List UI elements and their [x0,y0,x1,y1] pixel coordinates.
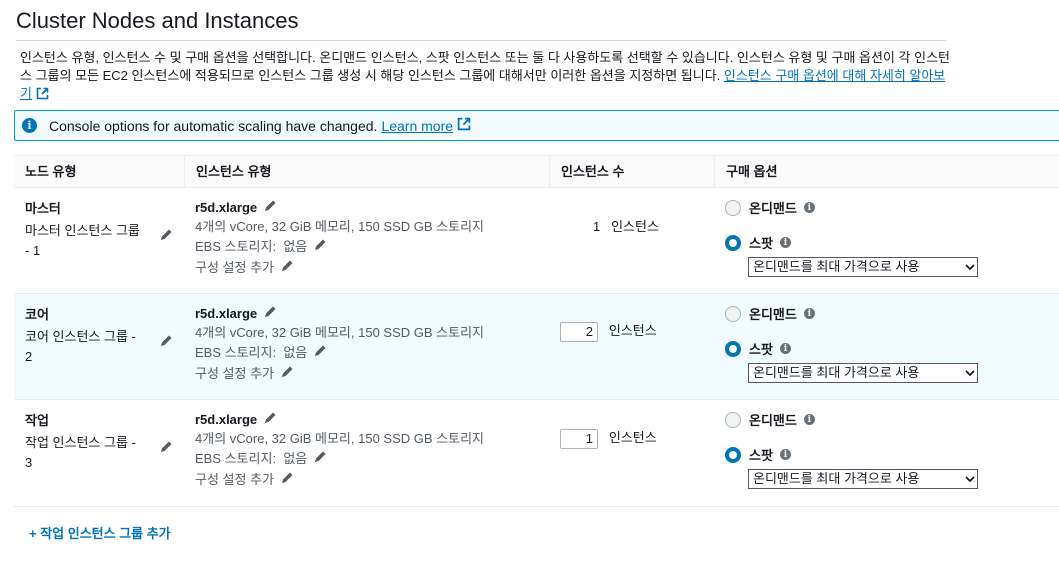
instance-count-input[interactable]: 1 [560,428,598,449]
instance-specs: 4개의 vCore, 32 GiB 메모리, 150 SSD GB 스토리지 [195,325,484,340]
instance-type: r5d.xlarge [195,200,258,215]
pencil-icon[interactable] [159,440,173,457]
spot-radio[interactable] [725,446,741,463]
instance-specs: 4개의 vCore, 32 GiB 메모리, 150 SSD GB 스토리지 [195,431,484,446]
max-price-select[interactable]: 온디맨드를 최대 가격으로 사용 [748,257,978,277]
config-settings-label: 구성 설정 추가 [195,260,274,275]
spot-label: 스팟 [749,448,773,463]
ebs-label: EBS 스토리지: [195,451,277,466]
pencil-icon[interactable] [313,238,327,258]
node-type-label: 마스터 [25,201,61,216]
on-demand-radio[interactable] [725,199,741,216]
pencil-icon[interactable] [263,305,277,325]
instance-type: r5d.xlarge [195,412,258,427]
pencil-icon[interactable] [159,334,173,351]
instance-specs: 4개의 vCore, 32 GiB 메모리, 150 SSD GB 스토리지 [195,219,484,234]
pencil-icon[interactable] [263,411,277,431]
instance-groups-table: 노드 유형 인스턴스 유형 인스턴스 수 구매 옵션 마스터 마스터 인스턴스 … [14,155,1059,507]
spot-label: 스팟 [749,236,773,251]
node-type-label: 코어 [25,307,49,322]
info-icon[interactable]: i [803,202,815,213]
header-instance-count: 인스턴스 수 [549,156,714,187]
spot-radio[interactable] [725,234,741,251]
pencil-icon[interactable] [159,228,173,245]
instance-count-unit: 인스턴스 [611,219,659,234]
table-row: 코어 코어 인스턴스 그룹 - 2 r5d.xlarge 4개의 vCore, … [14,294,1059,400]
external-link-icon[interactable] [457,117,471,134]
on-demand-radio[interactable] [725,305,741,322]
on-demand-label: 온디맨드 [749,201,797,216]
pencil-icon[interactable] [313,344,327,364]
pencil-icon[interactable] [280,365,294,385]
info-icon[interactable]: i [779,237,791,248]
info-icon[interactable]: i [779,449,791,460]
header-purchase-options: 구매 옵션 [714,156,1059,187]
group-name: 코어 인스턴스 그룹 - 2 [25,329,136,364]
config-settings-label: 구성 설정 추가 [195,472,274,487]
pencil-icon[interactable] [313,450,327,470]
header-instance-type: 인스턴스 유형 [184,156,549,187]
config-settings-label: 구성 설정 추가 [195,366,274,381]
instance-count-value: 1 [593,219,601,234]
max-price-select[interactable]: 온디맨드를 최대 가격으로 사용 [748,469,978,489]
instance-count-unit: 인스턴스 [608,323,657,338]
on-demand-label: 온디맨드 [749,413,797,428]
pencil-icon[interactable] [280,259,294,279]
node-type-label: 작업 [25,413,49,428]
spot-label: 스팟 [749,342,773,357]
add-task-group-link[interactable]: + 작업 인스턴스 그룹 추가 [29,523,171,542]
on-demand-radio[interactable] [725,411,741,428]
page-title: Cluster Nodes and Instances [16,8,946,41]
chevron-down-icon [965,364,975,382]
chevron-down-icon [965,470,975,488]
ebs-value: 없음 [283,451,308,466]
external-link-icon[interactable] [36,87,49,105]
ebs-label: EBS 스토리지: [195,239,277,254]
spot-radio[interactable] [725,340,741,357]
group-name: 마스터 인스턴스 그룹 - 1 [25,223,140,258]
table-row: 작업 작업 인스턴스 그룹 - 3 r5d.xlarge 4개의 vCore, … [14,400,1059,507]
ebs-value: 없음 [283,345,308,360]
info-icon[interactable]: i [803,414,815,425]
on-demand-label: 온디맨드 [749,307,797,322]
chevron-down-icon [965,258,975,276]
learn-more-link[interactable]: Learn more [381,118,453,134]
instance-type: r5d.xlarge [195,306,258,321]
ebs-label: EBS 스토리지: [195,345,277,360]
max-price-select[interactable]: 온디맨드를 최대 가격으로 사용 [748,363,978,383]
pencil-icon[interactable] [263,199,277,219]
ebs-value: 없음 [283,239,308,254]
page-description: 인스턴스 유형, 인스턴스 수 및 구매 옵션을 선택합니다. 온디맨드 인스턴… [20,49,950,105]
header-node-type: 노드 유형 [25,164,77,179]
table-header: 노드 유형 인스턴스 유형 인스턴스 수 구매 옵션 [14,155,1059,188]
info-icon[interactable]: i [779,343,791,354]
instance-count-unit: 인스턴스 [608,430,657,445]
instance-count-input[interactable]: 2 [560,321,598,342]
scaling-alert: i Console options for automatic scaling … [14,110,1059,141]
info-icon: i [22,118,37,133]
table-row: 마스터 마스터 인스턴스 그룹 - 1 r5d.xlarge 4개의 vCore… [14,188,1059,294]
alert-message: Console options for automatic scaling ha… [49,117,378,134]
info-icon[interactable]: i [803,308,815,319]
group-name: 작업 인스턴스 그룹 - 3 [25,435,136,470]
pencil-icon[interactable] [280,471,294,491]
